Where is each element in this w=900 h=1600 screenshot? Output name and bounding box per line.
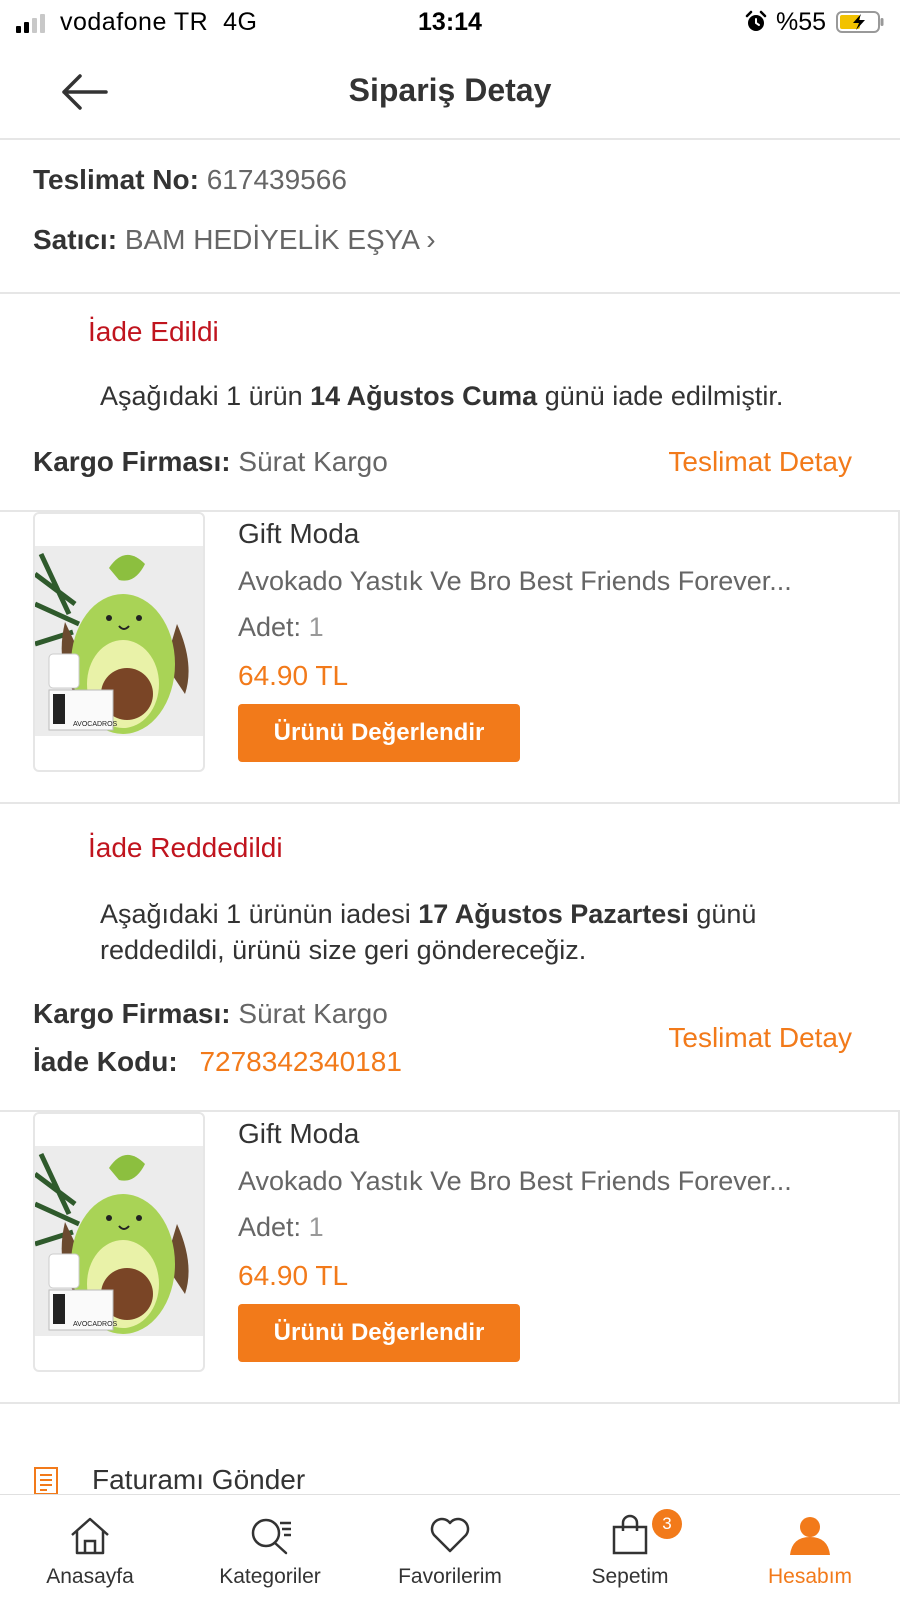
product-image[interactable]: AVOCADROS [33,1112,205,1372]
tab-favorites[interactable]: Favorilerim [360,1495,540,1600]
avocado-pillow-image: AVOCADROS [35,546,203,736]
svg-text:AVOCADROS: AVOCADROS [73,721,118,728]
package-description: Aşağıdaki 1 ürünün iadesi 17 Ağustos Paz… [100,899,757,965]
refund-code[interactable]: 7278342340181 [199,1046,401,1077]
package-description: Aşağıdaki 1 ürün 14 Ağustos Cuma günü ia… [100,381,784,411]
avocado-pillow-image: AVOCADROS [35,1146,203,1336]
tab-categories[interactable]: Kategoriler [180,1495,360,1600]
battery-icon [836,11,884,33]
battery-percent: %55 [776,8,827,36]
product-quantity: Adet: 1 [238,1212,324,1242]
product-brand: Gift Moda [238,518,360,549]
chevron-right-icon: › [426,224,436,255]
cargo-company: Kargo Firması: Sürat Kargo [33,446,388,477]
status-returned: İade Edildi [88,316,219,347]
delivery-number-label: Teslimat No: [33,164,199,195]
tab-account[interactable]: Hesabım [720,1495,900,1600]
rate-product-button[interactable]: Ürünü Değerlendir [238,1304,520,1362]
alarm-icon [745,10,767,31]
product-card[interactable]: AVOCADROS Gift Moda Avokado Yastık Ve Br… [0,510,900,804]
product-card[interactable]: AVOCADROS Gift Moda Avokado Yastık Ve Br… [0,1110,900,1404]
product-brand: Gift Moda [238,1118,360,1149]
product-quantity: Adet: 1 [238,612,324,642]
package-returned: İade Edildi Aşağıdaki 1 ürün 14 Ağustos … [0,294,900,806]
status-bar: vodafone TR 4G 13:14 %55 [0,0,900,46]
cart-count-badge: 3 [652,1509,682,1539]
package-refund-rejected: İade Reddedildi Aşağıdaki 1 ürünün iades… [0,810,900,1430]
product-image[interactable]: AVOCADROS [33,512,205,772]
tab-cart[interactable]: 3 Sepetim [540,1495,720,1600]
tab-cart-label: Sepetim [591,1565,669,1588]
send-invoice-label[interactable]: Faturamı Gönder [92,1464,305,1496]
product-name[interactable]: Avokado Yastık Ve Bro Best Friends Forev… [238,1166,838,1197]
delivery-number: 617439566 [206,164,347,195]
refund-code-row: İade Kodu: 7278342340181 [33,1046,402,1077]
delivery-number-row: Teslimat No: 617439566 [33,164,347,196]
heart-icon [430,1517,470,1553]
tab-home-label: Anasayfa [46,1565,134,1588]
user-icon [790,1517,830,1555]
delivery-info: Teslimat No: 617439566 Satıcı: BAM HEDİY… [0,140,900,294]
seller-row[interactable]: Satıcı: BAM HEDİYELİK EŞYA › [33,224,436,256]
product-price: 64.90 TL [238,660,349,691]
product-name[interactable]: Avokado Yastık Ve Bro Best Friends Forev… [238,566,838,597]
rate-product-button[interactable]: Ürünü Değerlendir [238,704,520,762]
shopping-bag-icon [612,1514,648,1555]
home-icon [71,1517,109,1555]
tab-favorites-label: Favorilerim [398,1565,502,1588]
seller-name[interactable]: BAM HEDİYELİK EŞYA [125,224,419,255]
tab-home[interactable]: Anasayfa [0,1495,180,1600]
page-title: Sipariş Detay [348,72,552,108]
tab-account-label: Hesabım [767,1565,853,1588]
tab-bar: Anasayfa Kategoriler Favorilerim 3 Sepet… [0,1494,900,1600]
document-icon [34,1467,58,1495]
navigation-bar: Sipariş Detay [0,46,900,140]
seller-label: Satıcı: [33,224,118,255]
product-price: 64.90 TL [238,1260,349,1291]
send-invoice-row[interactable]: Faturamı Gönder [0,1428,900,1496]
tab-categories-label: Kategoriler [219,1565,321,1588]
search-filter-icon [251,1518,291,1555]
status-rejected: İade Reddedildi [88,832,283,863]
delivery-detail-link[interactable]: Teslimat Detay [668,1022,852,1054]
delivery-detail-link[interactable]: Teslimat Detay [668,446,852,478]
svg-text:AVOCADROS: AVOCADROS [73,1321,118,1328]
cargo-company: Kargo Firması: Sürat Kargo [33,998,388,1029]
